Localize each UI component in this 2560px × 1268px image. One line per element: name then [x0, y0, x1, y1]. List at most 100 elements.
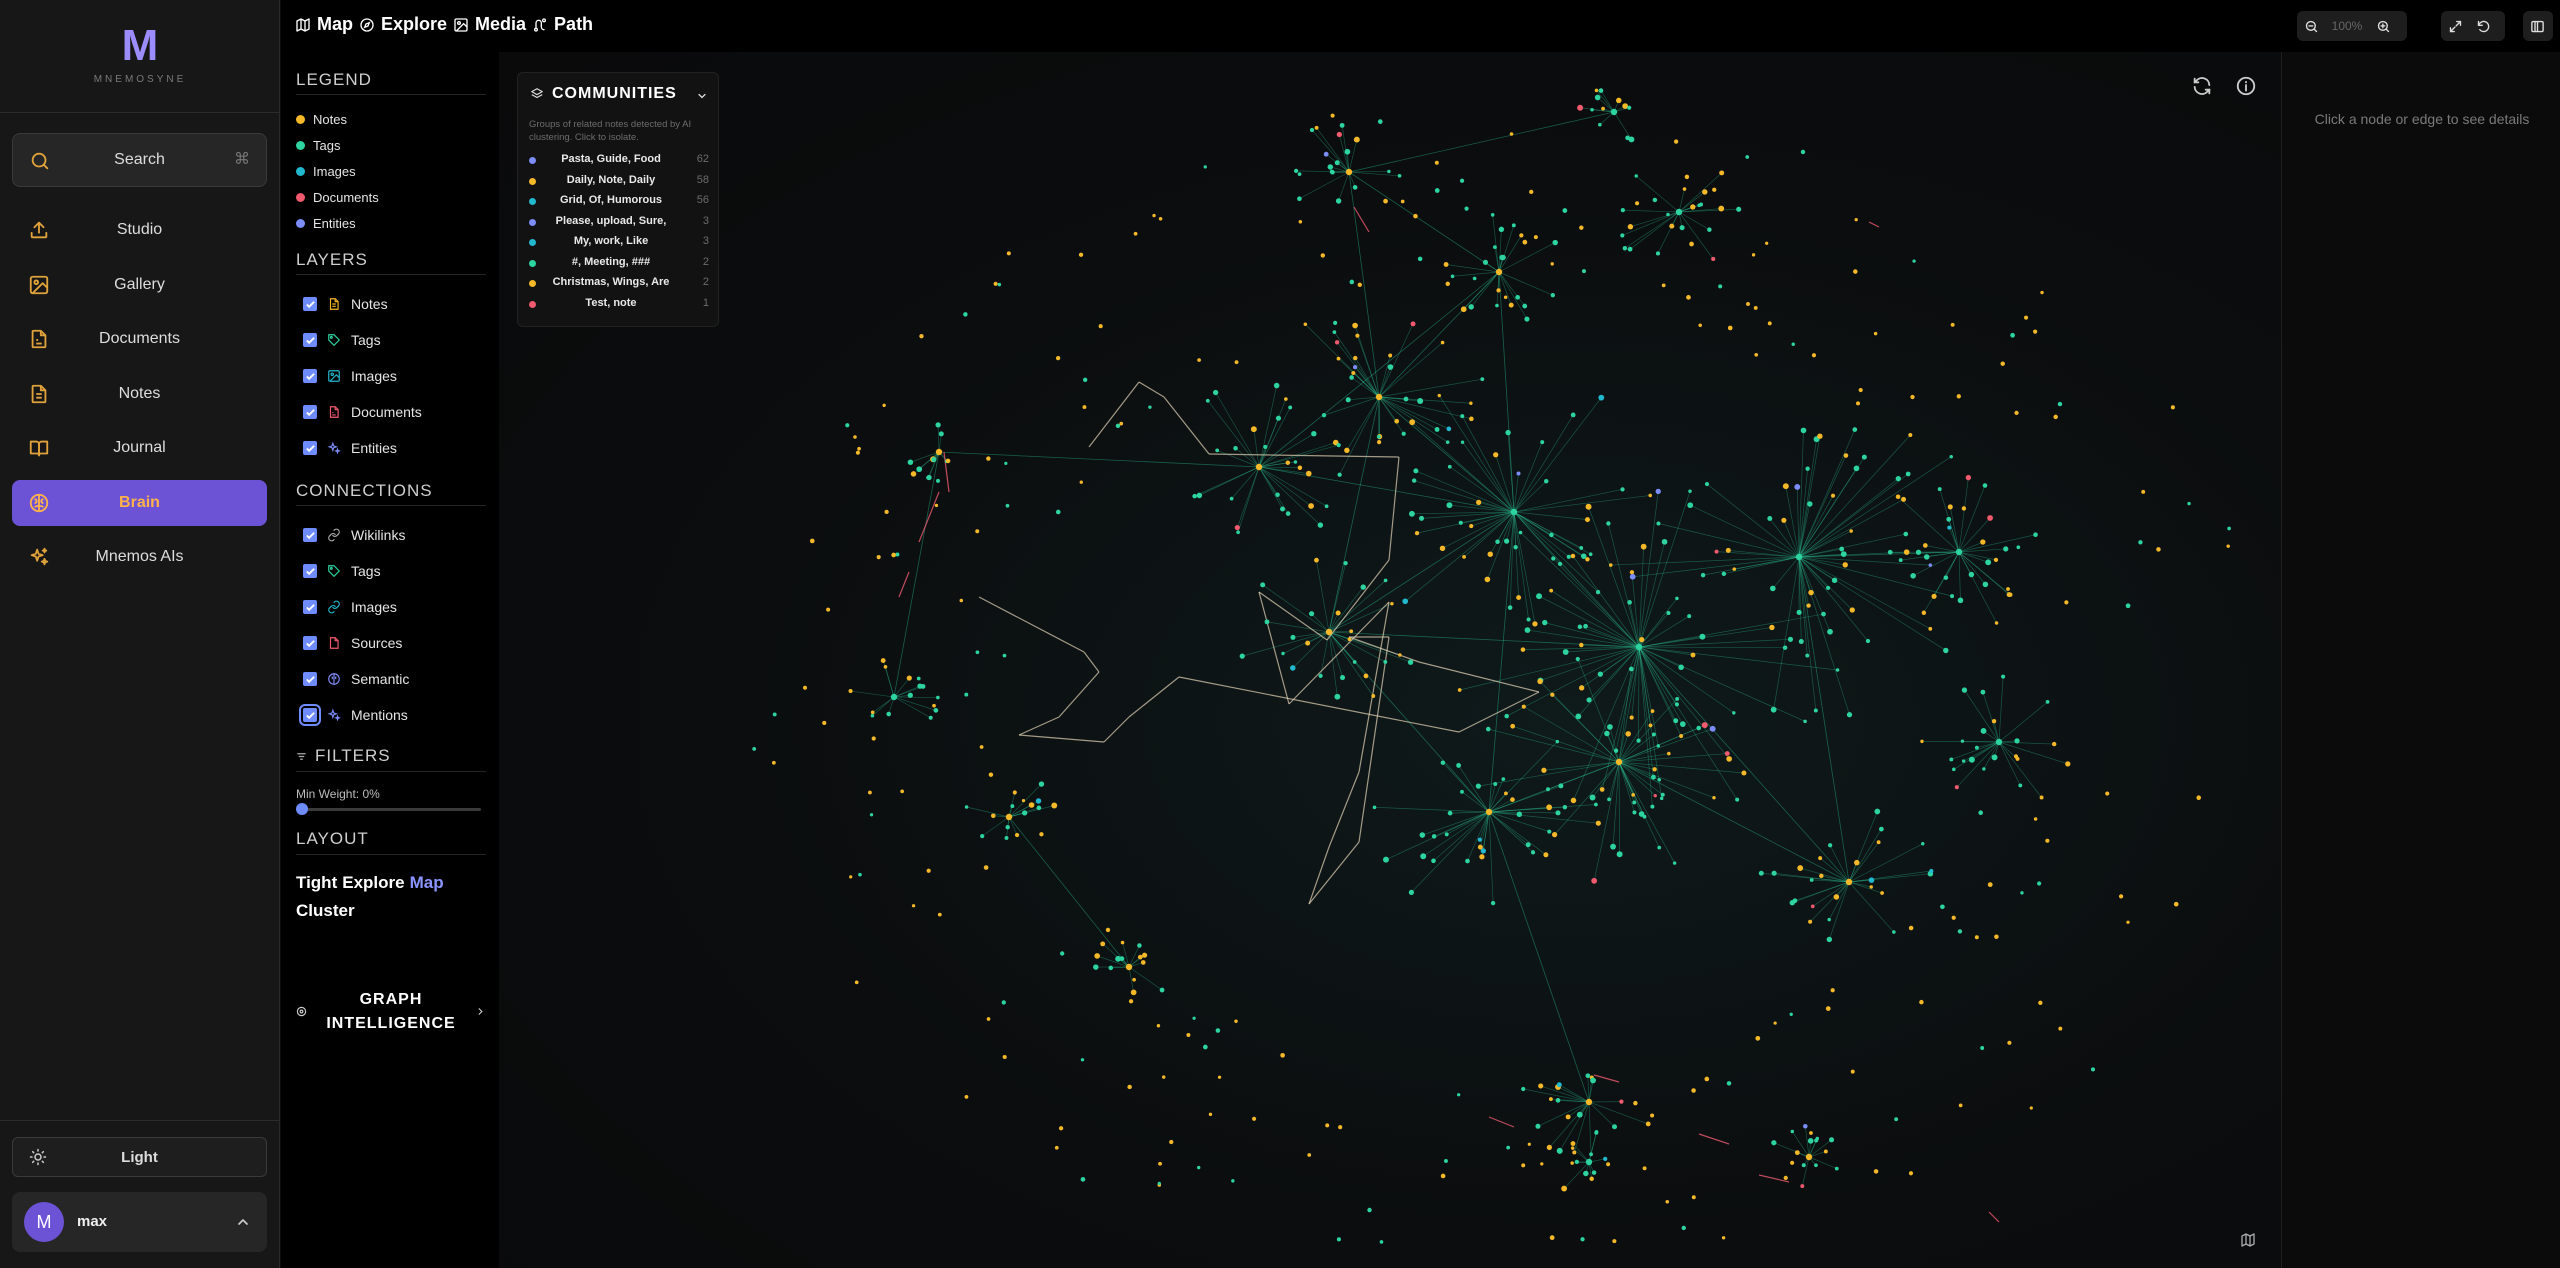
graph-node[interactable] — [1513, 545, 1518, 550]
graph-edge[interactable] — [872, 696, 895, 713]
graph-node[interactable] — [1660, 792, 1665, 797]
graph-node[interactable] — [1080, 1058, 1085, 1062]
graph-node[interactable] — [1583, 623, 1588, 629]
graph-node[interactable] — [2045, 699, 2050, 704]
graph-edge[interactable] — [885, 666, 895, 698]
graph-node[interactable] — [1363, 673, 1369, 679]
graph-node[interactable] — [886, 711, 892, 717]
graph-node[interactable] — [1323, 151, 1329, 157]
graph-node[interactable] — [1035, 798, 1042, 804]
checkbox[interactable] — [303, 636, 317, 650]
graph-node[interactable] — [964, 692, 969, 697]
graph-node[interactable] — [1797, 865, 1804, 872]
graph-node[interactable] — [1585, 1098, 1593, 1106]
graph-node[interactable] — [1612, 1239, 1617, 1244]
graph-node[interactable] — [1755, 1035, 1761, 1041]
graph-node[interactable] — [1574, 1159, 1580, 1165]
graph-node[interactable] — [1961, 506, 1967, 511]
graph-node[interactable] — [1640, 543, 1647, 550]
graph-node[interactable] — [1921, 610, 1927, 615]
checkbox[interactable] — [303, 600, 317, 614]
graph-edge[interactable] — [1458, 691, 1540, 733]
graph-node[interactable] — [1527, 1142, 1531, 1146]
graph-node[interactable] — [1712, 187, 1717, 192]
graph-edge[interactable] — [1308, 846, 1330, 905]
graph-node[interactable] — [880, 658, 886, 664]
graph-node[interactable] — [2065, 761, 2071, 767]
graph-node[interactable] — [2187, 501, 2191, 506]
graph-edge[interactable] — [1638, 491, 1659, 648]
graph-node[interactable] — [1133, 231, 1138, 236]
graph-edge[interactable] — [1622, 209, 1680, 213]
checkbox[interactable] — [303, 405, 317, 419]
graph-node[interactable] — [1652, 197, 1658, 203]
graph-edge[interactable] — [937, 424, 940, 453]
graph-node[interactable] — [1937, 487, 1942, 492]
graph-node[interactable] — [891, 552, 897, 558]
graph-edge[interactable] — [1328, 631, 1343, 678]
graph-edge[interactable] — [1058, 671, 1100, 718]
graph-node[interactable] — [1293, 168, 1299, 174]
graph-node[interactable] — [1540, 440, 1545, 445]
graph-node[interactable] — [1352, 364, 1358, 370]
graph-edge[interactable] — [1588, 646, 1640, 701]
graph-node[interactable] — [1908, 1171, 1914, 1176]
graph-node[interactable] — [932, 703, 936, 708]
graph-edge[interactable] — [893, 696, 936, 711]
graph-edge[interactable] — [1618, 753, 1669, 763]
graph-node[interactable] — [2037, 881, 2042, 886]
graph-node[interactable] — [1487, 551, 1493, 557]
graph-edge[interactable] — [1800, 867, 1850, 883]
community-row[interactable]: Christmas, Wings, Are 2 — [529, 276, 709, 292]
graph-node[interactable] — [1119, 956, 1125, 961]
graph-node[interactable] — [1951, 915, 1956, 920]
graph-node[interactable] — [1521, 1163, 1526, 1168]
graph-node[interactable] — [1843, 453, 1849, 458]
graph-edge[interactable] — [1638, 646, 1735, 714]
graph-node[interactable] — [1058, 1126, 1064, 1131]
graph-node[interactable] — [1949, 757, 1954, 762]
graph-node[interactable] — [1613, 748, 1619, 753]
graph-node[interactable] — [1635, 201, 1640, 206]
graph-node[interactable] — [2029, 1106, 2033, 1110]
graph-node[interactable] — [1549, 532, 1554, 538]
graph-node[interactable] — [975, 529, 980, 534]
graph-edge[interactable] — [1450, 811, 1490, 814]
graph-edge[interactable] — [898, 571, 910, 598]
graph-node[interactable] — [1004, 836, 1009, 840]
graph-node[interactable] — [1853, 465, 1860, 472]
graph-node[interactable] — [926, 474, 932, 481]
graph-edge[interactable] — [1346, 396, 1380, 451]
graph-edge[interactable] — [1573, 1101, 1590, 1153]
graph-node[interactable] — [1595, 820, 1601, 826]
graph-edge[interactable] — [1498, 271, 1553, 296]
graph-node[interactable] — [986, 456, 991, 461]
graph-node[interactable] — [1805, 466, 1810, 471]
graph-edge[interactable] — [1958, 551, 2010, 595]
graph-node[interactable] — [1943, 647, 1949, 654]
graph-node[interactable] — [1445, 281, 1450, 287]
graph-node[interactable] — [1203, 165, 1207, 169]
graph-node[interactable] — [1388, 353, 1393, 358]
graph-node[interactable] — [1334, 160, 1340, 166]
graph-node[interactable] — [1468, 304, 1474, 310]
graph-node[interactable] — [1603, 1156, 1608, 1162]
graph-edge[interactable] — [1488, 811, 1547, 856]
graph-node[interactable] — [1758, 870, 1764, 876]
graph-node[interactable] — [1562, 804, 1568, 810]
graph-node[interactable] — [1551, 831, 1558, 838]
graph-edge[interactable] — [1328, 771, 1360, 848]
graph-node[interactable] — [1769, 585, 1776, 592]
graph-node[interactable] — [1320, 253, 1326, 258]
graph-node[interactable] — [1826, 936, 1833, 943]
graph-node[interactable] — [1753, 305, 1758, 310]
graph-edge[interactable] — [1305, 323, 1380, 398]
graph-edge[interactable] — [1819, 857, 1850, 883]
graph-edge[interactable] — [1498, 271, 1515, 513]
graph-edge[interactable] — [1657, 211, 1680, 254]
graph-node[interactable] — [1628, 666, 1634, 672]
graph-node[interactable] — [1536, 593, 1543, 600]
graph-node[interactable] — [1318, 673, 1323, 678]
graph-node[interactable] — [1736, 206, 1742, 212]
graph-node[interactable] — [1343, 560, 1348, 566]
